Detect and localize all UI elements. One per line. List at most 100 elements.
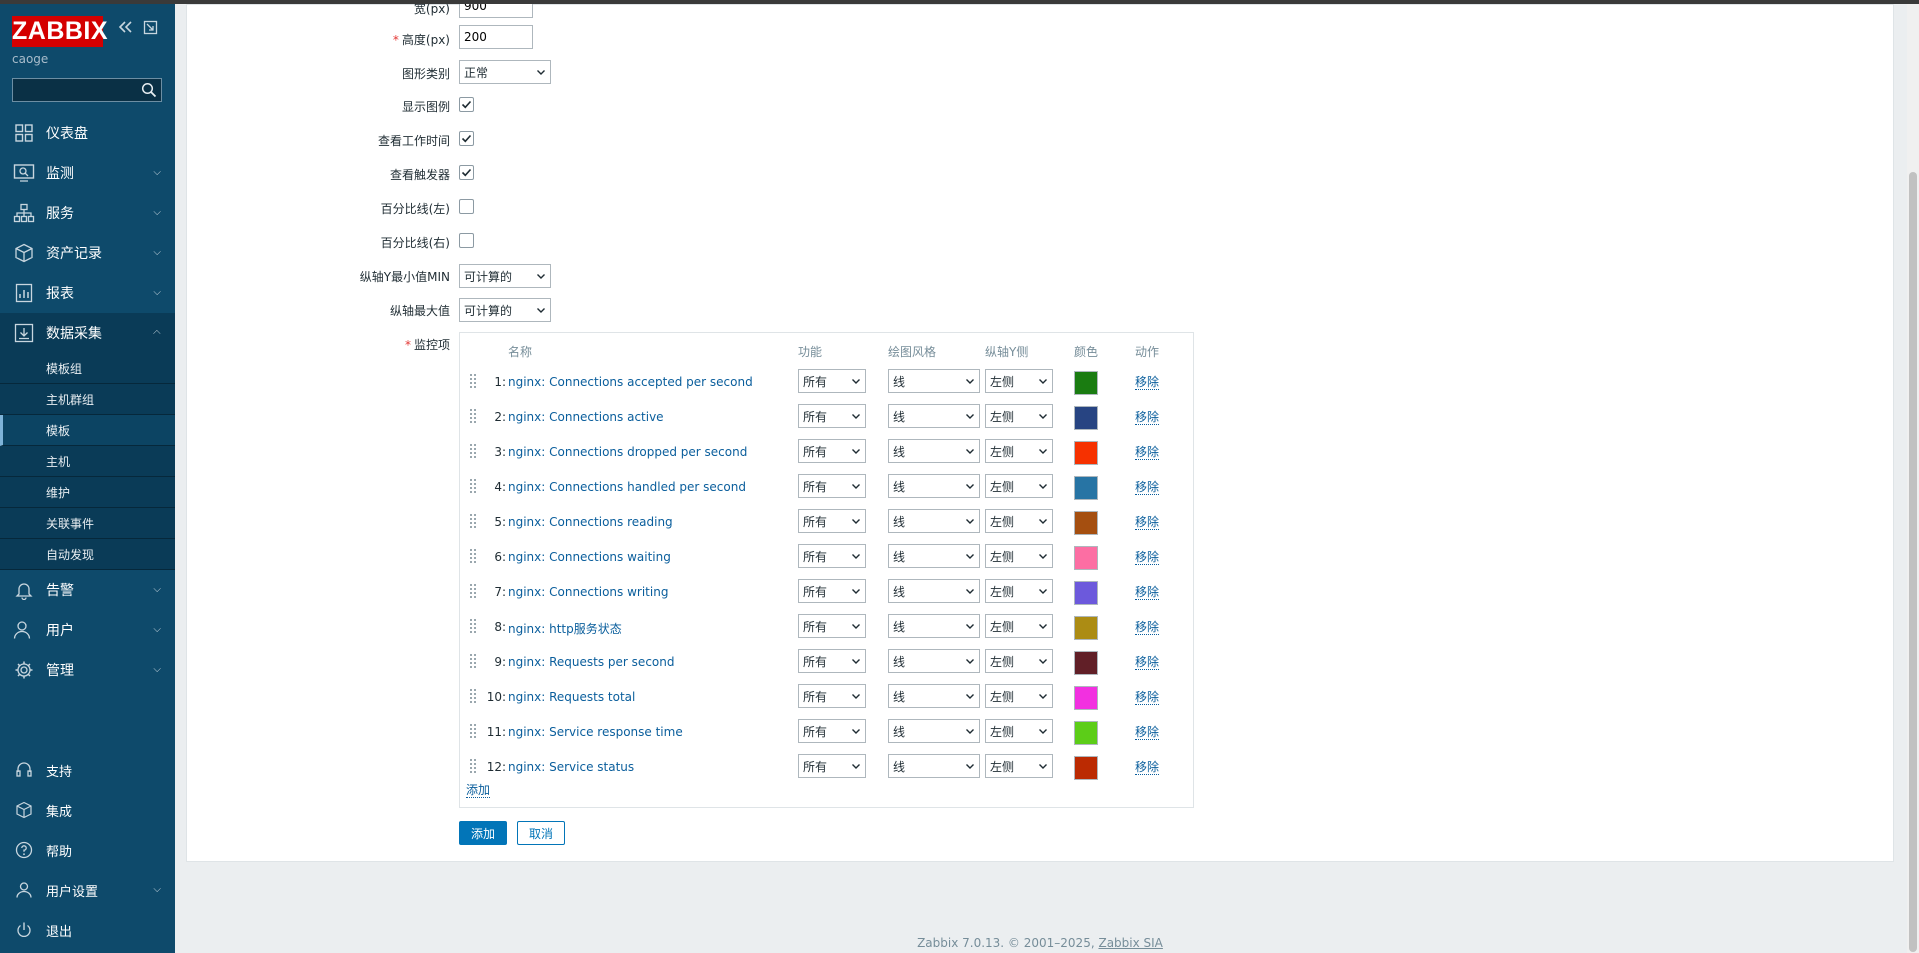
item-name-link[interactable]: nginx: Connections dropped per second [508,445,747,459]
drag-handle-icon[interactable] [469,653,477,671]
add-item-link[interactable]: 添加 [466,783,491,798]
menu-item-integrations[interactable]: 集成 [0,790,175,830]
item-name-link[interactable]: nginx: Connections active [508,410,664,424]
remove-item-link[interactable]: 移除 [1135,725,1160,740]
menu-item-users[interactable]: 用户 ⌵ [0,610,175,650]
menu-item-help[interactable]: 帮助 [0,830,175,870]
ymax-type-select[interactable]: 可计算的 [459,298,551,322]
item-draw-style-select[interactable]: 线 [888,474,980,498]
drag-handle-icon[interactable] [469,688,477,706]
item-color-swatch[interactable] [1074,546,1098,570]
ymin-type-select[interactable]: 可计算的 [459,264,551,288]
remove-item-link[interactable]: 移除 [1135,620,1160,635]
drag-handle-icon[interactable] [469,758,477,776]
item-draw-style-select[interactable]: 线 [888,439,980,463]
submenu-item-templates[interactable]: 模板 [0,415,175,446]
add-button[interactable]: 添加 [459,821,507,845]
show-work-period-checkbox[interactable] [459,131,474,146]
item-function-select[interactable]: 所有 [798,684,866,708]
item-function-select[interactable]: 所有 [798,369,866,393]
item-name-link[interactable]: nginx: Connections waiting [508,550,671,564]
item-y-axis-side-select[interactable]: 左侧 [985,509,1053,533]
item-draw-style-select[interactable]: 线 [888,369,980,393]
item-function-select[interactable]: 所有 [798,579,866,603]
item-draw-style-select[interactable]: 线 [888,544,980,568]
scrollbar-thumb[interactable] [1909,172,1917,952]
item-color-swatch[interactable] [1074,476,1098,500]
drag-handle-icon[interactable] [469,583,477,601]
remove-item-link[interactable]: 移除 [1135,480,1160,495]
item-color-swatch[interactable] [1074,371,1098,395]
show-triggers-checkbox[interactable] [459,165,474,180]
item-draw-style-select[interactable]: 线 [888,509,980,533]
menu-item-administration[interactable]: 管理 ⌵ [0,650,175,690]
item-function-select[interactable]: 所有 [798,474,866,498]
item-function-select[interactable]: 所有 [798,614,866,638]
drag-handle-icon[interactable] [469,723,477,741]
item-color-swatch[interactable] [1074,651,1098,675]
drag-handle-icon[interactable] [469,443,477,461]
remove-item-link[interactable]: 移除 [1135,445,1160,460]
percentile-left-checkbox[interactable] [459,199,474,214]
item-function-select[interactable]: 所有 [798,509,866,533]
item-draw-style-select[interactable]: 线 [888,719,980,743]
item-y-axis-side-select[interactable]: 左侧 [985,404,1053,428]
drag-handle-icon[interactable] [469,373,477,391]
item-function-select[interactable]: 所有 [798,404,866,428]
item-function-select[interactable]: 所有 [798,754,866,778]
item-color-swatch[interactable] [1074,756,1098,780]
menu-item-sign-out[interactable]: 退出 [0,910,175,950]
item-y-axis-side-select[interactable]: 左侧 [985,684,1053,708]
item-name-link[interactable]: nginx: Requests total [508,690,635,704]
item-color-swatch[interactable] [1074,406,1098,430]
remove-item-link[interactable]: 移除 [1135,585,1160,600]
submenu-item-host-groups[interactable]: 主机群组 [0,384,175,415]
item-name-link[interactable]: nginx: Requests per second [508,655,674,669]
item-y-axis-side-select[interactable]: 左侧 [985,579,1053,603]
item-function-select[interactable]: 所有 [798,719,866,743]
remove-item-link[interactable]: 移除 [1135,760,1160,775]
item-name-link[interactable]: nginx: Connections accepted per second [508,375,753,389]
menu-item-alerts[interactable]: 告警 ⌵ [0,570,175,610]
item-function-select[interactable]: 所有 [798,544,866,568]
item-draw-style-select[interactable]: 线 [888,579,980,603]
menu-item-user-settings[interactable]: 用户设置 ⌵ [0,870,175,910]
item-y-axis-side-select[interactable]: 左侧 [985,754,1053,778]
page-scrollbar[interactable] [1907,4,1919,953]
item-draw-style-select[interactable]: 线 [888,614,980,638]
item-draw-style-select[interactable]: 线 [888,754,980,778]
item-color-swatch[interactable] [1074,616,1098,640]
drag-handle-icon[interactable] [469,618,477,636]
item-draw-style-select[interactable]: 线 [888,684,980,708]
item-y-axis-side-select[interactable]: 左侧 [985,614,1053,638]
remove-item-link[interactable]: 移除 [1135,410,1160,425]
item-draw-style-select[interactable]: 线 [888,404,980,428]
item-color-swatch[interactable] [1074,686,1098,710]
item-color-swatch[interactable] [1074,721,1098,745]
drag-handle-icon[interactable] [469,478,477,496]
submenu-item-discovery[interactable]: 自动发现 [0,539,175,570]
show-legend-checkbox[interactable] [459,97,474,112]
item-function-select[interactable]: 所有 [798,649,866,673]
item-name-link[interactable]: nginx: http服务状态 [508,620,622,637]
drag-handle-icon[interactable] [469,513,477,531]
submenu-item-maintenance[interactable]: 维护 [0,477,175,508]
item-function-select[interactable]: 所有 [798,439,866,463]
item-y-axis-side-select[interactable]: 左侧 [985,439,1053,463]
item-y-axis-side-select[interactable]: 左侧 [985,544,1053,568]
remove-item-link[interactable]: 移除 [1135,375,1160,390]
item-y-axis-side-select[interactable]: 左侧 [985,369,1053,393]
drag-handle-icon[interactable] [469,408,477,426]
submenu-item-hosts[interactable]: 主机 [0,446,175,477]
item-name-link[interactable]: nginx: Connections writing [508,585,668,599]
graph-type-select[interactable]: 正常 [459,60,551,84]
remove-item-link[interactable]: 移除 [1135,550,1160,565]
item-name-link[interactable]: nginx: Service response time [508,725,683,739]
submenu-item-event-correlation[interactable]: 关联事件 [0,508,175,539]
remove-item-link[interactable]: 移除 [1135,690,1160,705]
item-name-link[interactable]: nginx: Connections reading [508,515,673,529]
item-color-swatch[interactable] [1074,581,1098,605]
item-color-swatch[interactable] [1074,511,1098,535]
cancel-button[interactable]: 取消 [517,821,565,845]
item-name-link[interactable]: nginx: Connections handled per second [508,480,746,494]
